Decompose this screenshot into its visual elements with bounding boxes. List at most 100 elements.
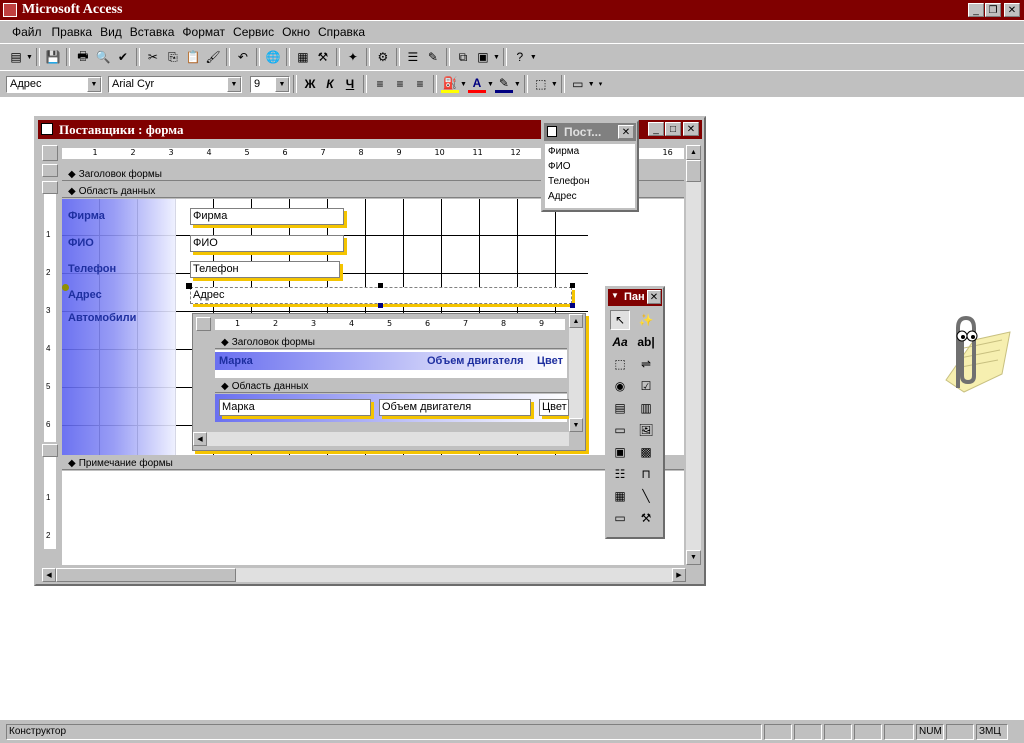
menu-tools[interactable]: Сервис <box>233 25 274 39</box>
field-list-item[interactable]: Адрес <box>548 189 635 204</box>
autoformat-icon[interactable]: ✦ <box>344 48 362 66</box>
field-list-icon[interactable]: ▦ <box>294 48 312 66</box>
spelling-icon[interactable]: ✔ <box>114 48 132 66</box>
label-firma[interactable]: Фирма <box>68 210 105 222</box>
toolbox-close-button[interactable]: ✕ <box>647 290 661 304</box>
field-list-item[interactable]: Телефон <box>548 174 635 189</box>
underline-button[interactable]: Ч <box>341 75 359 93</box>
scroll-left-button[interactable]: ◀ <box>193 432 207 446</box>
label-address[interactable]: Адрес <box>68 289 102 301</box>
font-color-icon[interactable]: A <box>467 75 486 93</box>
form-selector[interactable] <box>42 145 58 161</box>
line-color-icon[interactable]: ✎ <box>494 75 513 93</box>
builder-icon[interactable]: ✎ <box>424 48 442 66</box>
view-icon[interactable]: ▤ <box>7 48 25 66</box>
chevron-down-icon[interactable]: ▼ <box>460 81 467 88</box>
form-close-button[interactable]: ✕ <box>683 122 699 136</box>
vertical-ruler[interactable]: 1 2 3 4 5 6 1 2 <box>42 164 58 568</box>
format-painter-icon[interactable]: 🖌 <box>204 48 222 66</box>
new-object-dropdown-icon[interactable]: ▼ <box>493 54 500 61</box>
subform-hscrollbar[interactable]: ◀ <box>193 432 569 446</box>
field-list-item[interactable]: Фирма <box>548 144 635 159</box>
form-footer-section[interactable]: ◆ Примечание формы <box>62 457 684 470</box>
section-selector-footer[interactable] <box>42 444 58 457</box>
more-controls-icon[interactable]: ⚒ <box>636 508 656 528</box>
fill-color-icon[interactable]: ⛽ <box>441 75 459 93</box>
minimize-button[interactable]: _ <box>968 3 984 17</box>
subform-field-marka[interactable]: Марка <box>219 399 371 416</box>
subform-field-engine[interactable]: Объем двигателя <box>379 399 531 416</box>
new-object-icon[interactable]: ▣ <box>474 48 492 66</box>
align-center-icon[interactable]: ≡ <box>391 75 409 93</box>
scroll-thumb[interactable] <box>686 160 701 182</box>
hyperlink-icon[interactable]: 🌐 <box>264 48 282 66</box>
resize-handle[interactable] <box>186 283 192 289</box>
font-combo[interactable]: Arial Cyr ▼ <box>108 75 242 93</box>
scroll-up-button[interactable]: ▲ <box>686 145 701 160</box>
checkbox-tool-icon[interactable]: ☑ <box>636 376 656 396</box>
subform-label-engine[interactable]: Объем двигателя <box>427 355 524 367</box>
form-hscrollbar[interactable]: ◀ ▶ <box>42 568 686 582</box>
bold-button[interactable]: Ж <box>301 75 319 93</box>
database-window-icon[interactable]: ⧉ <box>454 48 472 66</box>
label-phone[interactable]: Телефон <box>68 263 116 275</box>
field-list-close-button[interactable]: ✕ <box>618 125 634 139</box>
scroll-up-button[interactable]: ▲ <box>569 314 583 328</box>
form-icon[interactable] <box>41 123 53 135</box>
field-address-selected[interactable]: Адрес <box>190 287 572 304</box>
menu-help[interactable]: Справка <box>318 25 365 39</box>
chevron-down-icon[interactable]: ▼ <box>514 81 521 88</box>
form-maximize-button[interactable]: □ <box>665 122 681 136</box>
menu-format[interactable]: Формат <box>182 25 225 39</box>
resize-handle[interactable] <box>570 303 575 308</box>
resize-handle[interactable] <box>570 283 575 288</box>
label-fio[interactable]: ФИО <box>68 237 94 249</box>
subform-field-color[interactable]: Цвет <box>539 399 569 416</box>
textbox-tool-icon[interactable]: ab| <box>636 332 656 352</box>
form-minimize-button[interactable]: _ <box>648 122 664 136</box>
command-button-icon[interactable]: ▭ <box>610 420 630 440</box>
cut-icon[interactable]: ✂ <box>144 48 162 66</box>
restore-button[interactable]: ❐ <box>985 3 1001 17</box>
preview-icon[interactable]: 🔍 <box>94 48 112 66</box>
chevron-down-icon[interactable]: ▼ <box>87 76 101 92</box>
control-wizards-icon[interactable]: ✨ <box>636 310 656 330</box>
border-width-icon[interactable]: ⬚ <box>532 75 550 93</box>
field-firma[interactable]: Фирма <box>190 208 344 225</box>
align-left-icon[interactable]: ≡ <box>371 75 389 93</box>
subform-label-marka[interactable]: Марка <box>219 355 253 367</box>
subform-label-color[interactable]: Цвет <box>537 355 563 367</box>
paste-icon[interactable]: 📋 <box>184 48 202 66</box>
resize-handle[interactable] <box>378 283 383 288</box>
subform-vscrollbar[interactable]: ▲ ▼ <box>569 314 583 432</box>
undo-icon[interactable]: ↶ <box>234 48 252 66</box>
scroll-down-button[interactable]: ▼ <box>569 418 583 432</box>
code-icon[interactable]: ⚙ <box>374 48 392 66</box>
app-icon[interactable] <box>3 3 17 17</box>
resize-handle[interactable] <box>378 303 383 308</box>
select-objects-icon[interactable]: ↖ <box>610 310 630 330</box>
menu-insert[interactable]: Вставка <box>130 25 175 39</box>
subform-tool-icon[interactable]: ▦ <box>610 486 630 506</box>
toolbar-options-icon[interactable]: ▾ <box>599 80 603 88</box>
option-group-icon[interactable]: ⬚ <box>610 354 630 374</box>
image-tool-icon[interactable]: 🖼 <box>636 420 656 440</box>
tab-control-icon[interactable]: ⊓ <box>636 464 656 484</box>
chevron-down-icon[interactable]: ▼ <box>487 81 494 88</box>
label-cars[interactable]: Автомобили <box>68 312 136 324</box>
subform-control[interactable]: 123456789 ◆ Заголовок формы Марка Объем д… <box>192 313 586 451</box>
subform-header-section[interactable]: ◆ Заголовок формы <box>215 336 567 349</box>
chevron-down-icon[interactable]: ▼ <box>227 76 241 92</box>
print-icon[interactable]: 🖶 <box>74 48 92 66</box>
toolbox-menu-icon[interactable]: ▼ <box>611 291 619 300</box>
footer-area[interactable] <box>62 471 684 565</box>
subform-selector[interactable] <box>196 317 211 331</box>
help-icon[interactable]: ? <box>511 48 529 66</box>
section-selector-detail[interactable] <box>42 181 58 194</box>
scroll-thumb[interactable] <box>56 568 236 582</box>
chevron-down-icon[interactable]: ▼ <box>275 76 289 92</box>
office-assistant[interactable] <box>924 310 1014 400</box>
align-right-icon[interactable]: ≡ <box>411 75 429 93</box>
copy-icon[interactable]: ⎘ <box>164 48 182 66</box>
label-tool-icon[interactable]: Aa <box>610 332 630 352</box>
